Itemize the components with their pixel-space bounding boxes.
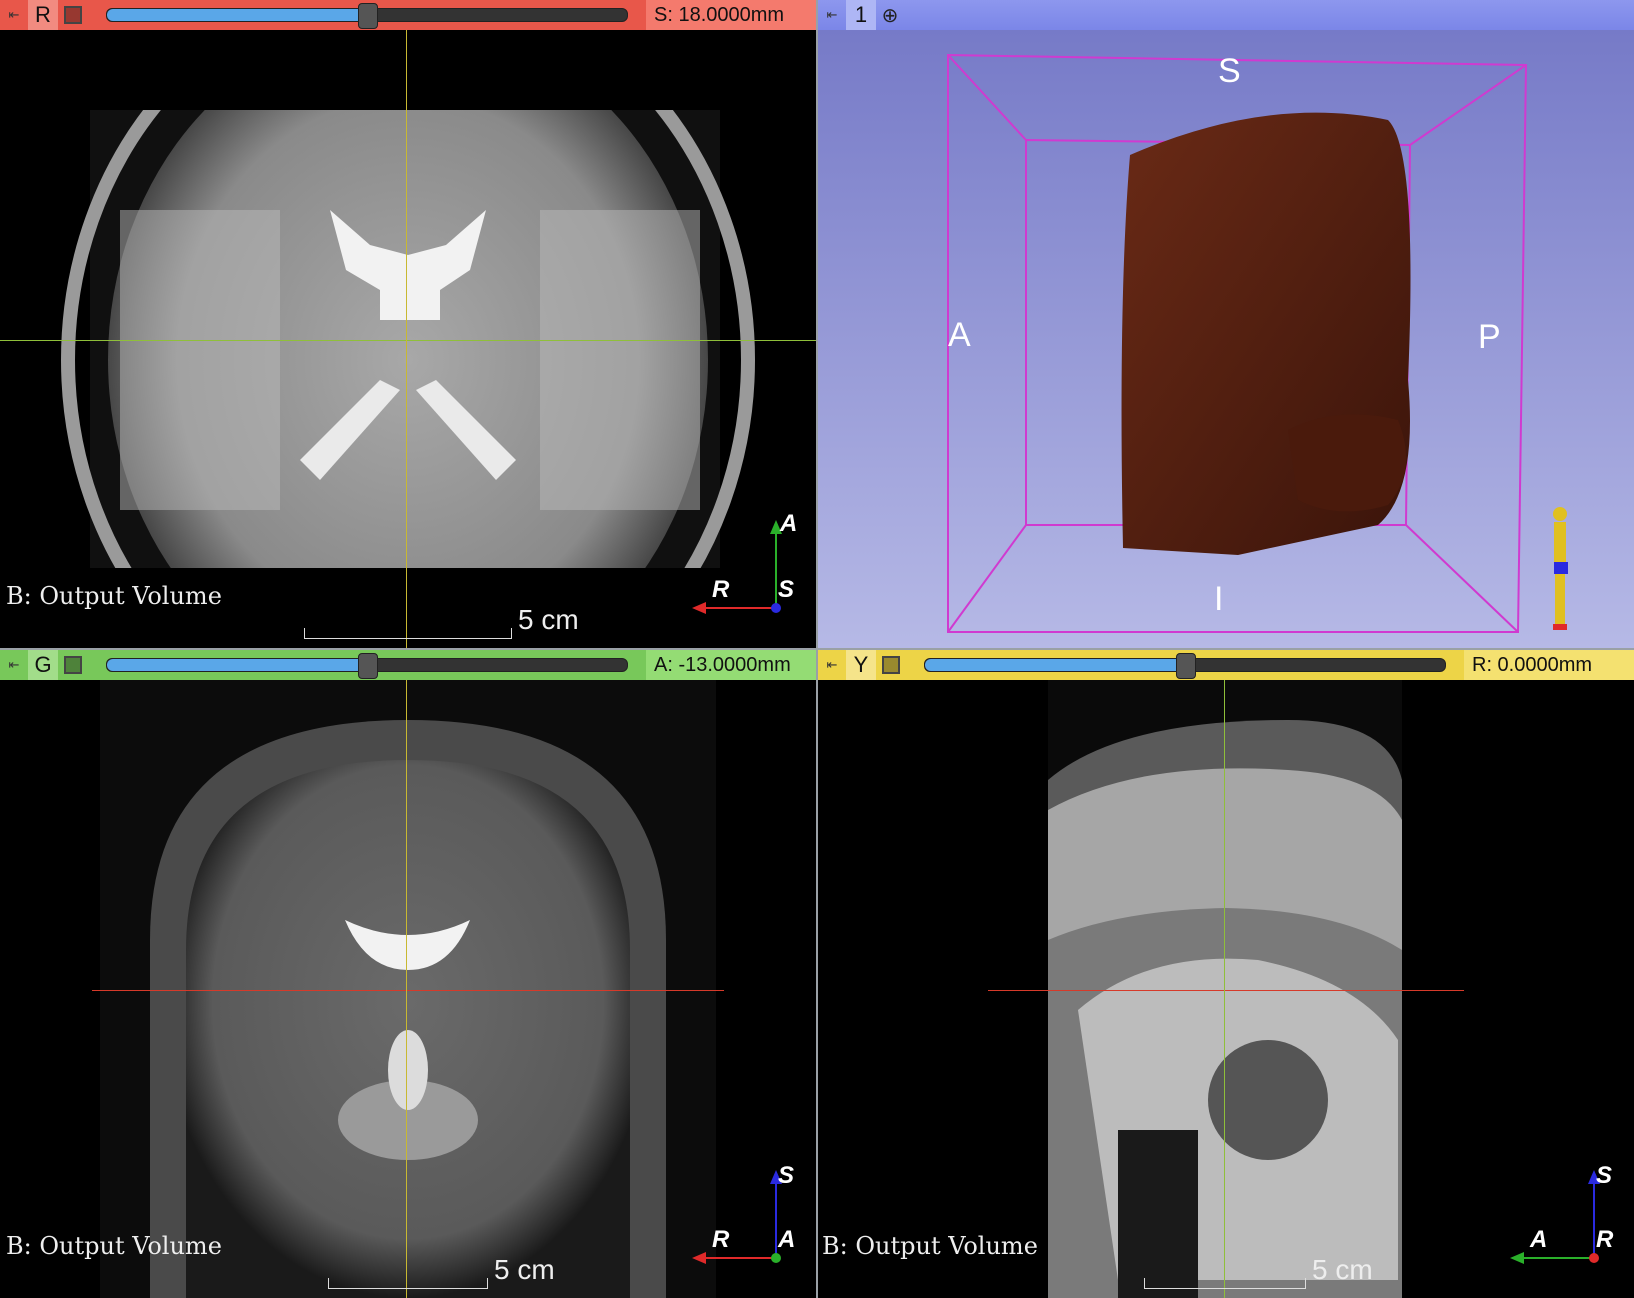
link-icon[interactable] [58, 650, 88, 680]
human-orientation-figure [1553, 507, 1568, 630]
axis-label-superior: S [1596, 1162, 1613, 1189]
axis-label-right: R [1596, 1226, 1614, 1253]
view-label-yellow: Y [846, 650, 876, 680]
green-slice-offset-slider[interactable] [106, 653, 628, 679]
axis-label-right: R [712, 1226, 730, 1253]
yellow-view-controller: ⇤ Y R: 0.0000mm [818, 650, 1634, 680]
ruler-label: 5 cm [518, 604, 579, 635]
pin-icon[interactable]: ⇤ [0, 650, 28, 680]
threed-view[interactable]: ⇤ 1 ⊕ S A P I [818, 0, 1634, 648]
slider-thumb[interactable] [1176, 653, 1196, 679]
axis-label-anterior: A [780, 510, 798, 537]
layout-divider-horizontal [0, 648, 1634, 650]
crosshair-horizontal [0, 340, 816, 341]
axis-label-superior: S [778, 576, 795, 603]
box-label-superior: S [1218, 52, 1241, 90]
box-label-anterior: A [948, 316, 971, 354]
green-view-controller: ⇤ G A: -13.0000mm [0, 650, 816, 680]
link-icon[interactable] [876, 650, 906, 680]
ruler [304, 628, 512, 639]
red-slice-offset-slider[interactable] [106, 3, 628, 29]
slider-thumb[interactable] [358, 653, 378, 679]
box-label-inferior: I [1214, 580, 1224, 618]
ruler-label: 5 cm [1312, 1254, 1373, 1285]
crosshair-vertical [1224, 680, 1225, 1298]
axis-label-anterior: A [778, 1226, 796, 1253]
pin-icon[interactable]: ⇤ [818, 650, 846, 680]
pin-icon[interactable]: ⇤ [0, 0, 28, 30]
axis-label-anterior: A [1530, 1226, 1548, 1253]
axis-label-right: R [712, 576, 730, 603]
view-label-green: G [28, 650, 58, 680]
red-view-controller: ⇤ R S: 18.0000mm [0, 0, 816, 30]
box-label-posterior: P [1478, 318, 1501, 356]
crosshair-vertical [406, 680, 407, 1298]
yellow-slice-offset-slider[interactable] [924, 653, 1446, 679]
red-slice-offset-value[interactable]: S: 18.0000mm [646, 0, 816, 30]
view-label-red: R [28, 0, 58, 30]
yellow-slice-offset-value[interactable]: R: 0.0000mm [1464, 650, 1634, 680]
crosshair-horizontal [92, 990, 724, 991]
slider-thumb[interactable] [358, 3, 378, 29]
yellow-slice-view[interactable]: ⇤ Y R: 0.0000mm B: Output Volume 5 cm S … [818, 650, 1634, 1298]
red-slice-view[interactable]: ⇤ R S: 18.0000mm B: Output Volume 5 cm A… [0, 0, 816, 648]
volume-label: B: Output Volume [6, 1232, 222, 1260]
ruler-label: 5 cm [494, 1254, 555, 1285]
green-slice-offset-value[interactable]: A: -13.0000mm [646, 650, 816, 680]
ruler [328, 1278, 488, 1289]
volume-rendering [947, 53, 1568, 633]
crosshair-vertical [406, 30, 407, 648]
green-slice-view[interactable]: ⇤ G A: -13.0000mm B: Output Volume 5 cm [0, 650, 816, 1298]
ruler [1144, 1278, 1306, 1289]
axis-label-superior: S [778, 1162, 795, 1189]
volume-label: B: Output Volume [6, 582, 222, 610]
volume-label: B: Output Volume [822, 1232, 1038, 1260]
crosshair-horizontal [988, 990, 1464, 991]
link-icon[interactable] [58, 0, 88, 30]
